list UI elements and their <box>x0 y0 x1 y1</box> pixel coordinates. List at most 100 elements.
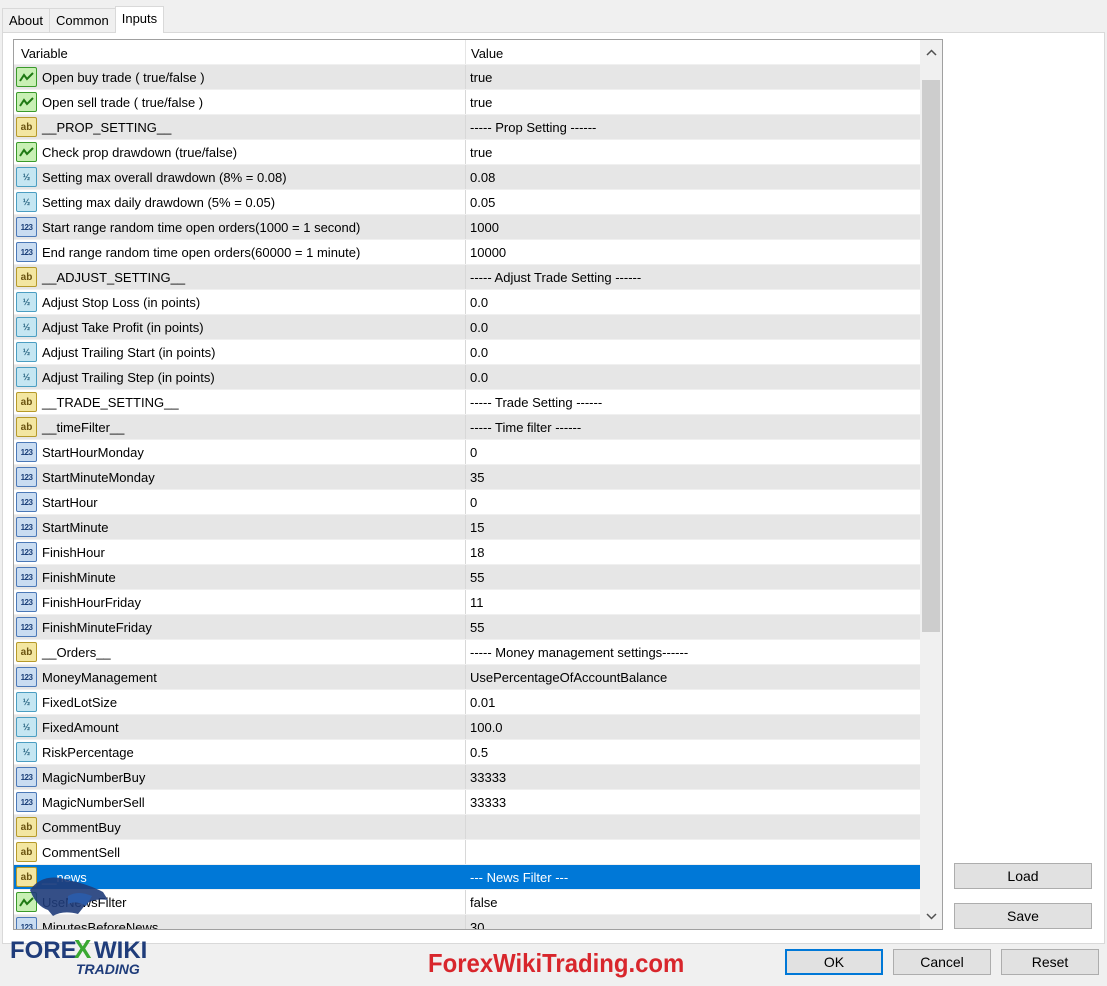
value-cell[interactable]: --- News Filter --- <box>466 865 920 889</box>
value-cell[interactable]: 0.01 <box>466 690 920 714</box>
value-cell[interactable]: 33333 <box>466 790 920 814</box>
variable-cell[interactable]: ½ Adjust Stop Loss (in points) <box>14 290 466 314</box>
ok-button[interactable]: OK <box>785 949 883 975</box>
variable-cell[interactable]: 123 FinishHour <box>14 540 466 564</box>
table-row[interactable]: Open sell trade ( true/false ) true <box>14 90 920 115</box>
reset-button[interactable]: Reset <box>1001 949 1099 975</box>
table-row[interactable]: Check prop drawdown (true/false) true <box>14 140 920 165</box>
table-row[interactable]: 123 StartMinute 15 <box>14 515 920 540</box>
value-cell[interactable]: 100.0 <box>466 715 920 739</box>
variable-cell[interactable]: 123 FinishHourFriday <box>14 590 466 614</box>
value-cell[interactable]: 0.0 <box>466 315 920 339</box>
variable-cell[interactable]: 123 StartMinuteMonday <box>14 465 466 489</box>
value-cell[interactable]: true <box>466 65 920 89</box>
value-cell[interactable]: 33333 <box>466 765 920 789</box>
scroll-down-arrow-icon[interactable] <box>920 904 942 929</box>
value-cell[interactable]: 18 <box>466 540 920 564</box>
variable-cell[interactable]: ab __ADJUST_SETTING__ <box>14 265 466 289</box>
table-row[interactable]: 123 FinishHourFriday 11 <box>14 590 920 615</box>
table-row[interactable]: 123 FinishMinuteFriday 55 <box>14 615 920 640</box>
variable-cell[interactable]: ½ Adjust Trailing Step (in points) <box>14 365 466 389</box>
value-cell[interactable]: 0.5 <box>466 740 920 764</box>
table-row[interactable]: 123 FinishMinute 55 <box>14 565 920 590</box>
table-row[interactable]: ½ RiskPercentage 0.5 <box>14 740 920 765</box>
table-row[interactable]: 123 StartMinuteMonday 35 <box>14 465 920 490</box>
value-cell[interactable]: 30 <box>466 915 920 930</box>
variable-cell[interactable]: Check prop drawdown (true/false) <box>14 140 466 164</box>
value-cell[interactable]: UsePercentageOfAccountBalance <box>466 665 920 689</box>
value-cell[interactable]: 0.0 <box>466 365 920 389</box>
value-cell[interactable]: 55 <box>466 615 920 639</box>
variable-cell[interactable]: 123 StartMinute <box>14 515 466 539</box>
variable-cell[interactable]: ½ Setting max daily drawdown (5% = 0.05) <box>14 190 466 214</box>
table-row[interactable]: ½ Setting max daily drawdown (5% = 0.05) 0… <box>14 190 920 215</box>
value-cell[interactable] <box>466 840 920 864</box>
table-row[interactable]: 123 StartHour 0 <box>14 490 920 515</box>
table-row[interactable]: 123 StartHourMonday 0 <box>14 440 920 465</box>
table-row[interactable]: 123 MoneyManagement UsePercentageOfAccount… <box>14 665 920 690</box>
table-row[interactable]: ½ FixedLotSize 0.01 <box>14 690 920 715</box>
table-row[interactable]: ab CommentSell <box>14 840 920 865</box>
variable-cell[interactable]: ab CommentBuy <box>14 815 466 839</box>
value-cell[interactable]: true <box>466 140 920 164</box>
table-row[interactable]: 123 Start range random time open orders(1… <box>14 215 920 240</box>
variable-cell[interactable]: ab __PROP_SETTING__ <box>14 115 466 139</box>
variable-cell[interactable]: 123 Start range random time open orders(1… <box>14 215 466 239</box>
variable-cell[interactable]: ab CommentSell <box>14 840 466 864</box>
value-cell[interactable]: 0 <box>466 490 920 514</box>
table-row[interactable]: ab __Orders__ ----- Money management setti… <box>14 640 920 665</box>
value-cell[interactable]: ----- Money management settings------ <box>466 640 920 664</box>
value-cell[interactable]: 0 <box>466 440 920 464</box>
vertical-scrollbar[interactable] <box>920 40 942 929</box>
variable-cell[interactable]: ½ FixedLotSize <box>14 690 466 714</box>
variable-cell[interactable]: 123 MagicNumberSell <box>14 790 466 814</box>
table-row[interactable]: ab CommentBuy <box>14 815 920 840</box>
variable-cell[interactable]: 123 MoneyManagement <box>14 665 466 689</box>
variable-cell[interactable]: 123 StartHourMonday <box>14 440 466 464</box>
value-cell[interactable]: false <box>466 890 920 914</box>
value-cell[interactable]: 0.0 <box>466 340 920 364</box>
value-cell[interactable] <box>466 815 920 839</box>
column-header-variable[interactable]: Variable <box>14 40 466 64</box>
variable-cell[interactable]: ½ Adjust Trailing Start (in points) <box>14 340 466 364</box>
scrollbar-thumb[interactable] <box>922 80 940 632</box>
variable-cell[interactable]: 123 End range random time open orders(600… <box>14 240 466 264</box>
variable-cell[interactable]: ½ RiskPercentage <box>14 740 466 764</box>
table-row[interactable]: ½ FixedAmount 100.0 <box>14 715 920 740</box>
value-cell[interactable]: 0.0 <box>466 290 920 314</box>
variable-cell[interactable]: ½ Setting max overall drawdown (8% = 0.08… <box>14 165 466 189</box>
value-cell[interactable]: 0.08 <box>466 165 920 189</box>
variable-cell[interactable]: ab __TRADE_SETTING__ <box>14 390 466 414</box>
table-row[interactable]: ab __ADJUST_SETTING__ ----- Adjust Trade S… <box>14 265 920 290</box>
variable-cell[interactable]: Open buy trade ( true/false ) <box>14 65 466 89</box>
table-row[interactable]: Open buy trade ( true/false ) true <box>14 65 920 90</box>
table-row[interactable]: 123 FinishHour 18 <box>14 540 920 565</box>
value-cell[interactable]: ----- Prop Setting ------ <box>466 115 920 139</box>
table-row[interactable]: ab __timeFilter__ ----- Time filter ------ <box>14 415 920 440</box>
value-cell[interactable]: 10000 <box>466 240 920 264</box>
variable-cell[interactable]: 123 MagicNumberBuy <box>14 765 466 789</box>
variable-cell[interactable]: ab __timeFilter__ <box>14 415 466 439</box>
value-cell[interactable]: 35 <box>466 465 920 489</box>
tab-inputs[interactable]: Inputs <box>114 6 165 33</box>
value-cell[interactable]: 1000 <box>466 215 920 239</box>
table-row[interactable]: ab __TRADE_SETTING__ ----- Trade Setting -… <box>14 390 920 415</box>
table-row[interactable]: 123 End range random time open orders(600… <box>14 240 920 265</box>
table-row[interactable]: ½ Adjust Stop Loss (in points) 0.0 <box>14 290 920 315</box>
variable-cell[interactable]: ½ FixedAmount <box>14 715 466 739</box>
value-cell[interactable]: true <box>466 90 920 114</box>
variable-cell[interactable]: ½ Adjust Take Profit (in points) <box>14 315 466 339</box>
table-row[interactable]: ½ Setting max overall drawdown (8% = 0.08… <box>14 165 920 190</box>
load-button[interactable]: Load <box>954 863 1092 889</box>
table-row[interactable]: 123 MagicNumberSell 33333 <box>14 790 920 815</box>
table-row[interactable]: ab __PROP_SETTING__ ----- Prop Setting ---… <box>14 115 920 140</box>
tab-common[interactable]: Common <box>48 8 116 32</box>
save-button[interactable]: Save <box>954 903 1092 929</box>
value-cell[interactable]: 55 <box>466 565 920 589</box>
value-cell[interactable]: ----- Time filter ------ <box>466 415 920 439</box>
value-cell[interactable]: ----- Adjust Trade Setting ------ <box>466 265 920 289</box>
table-row[interactable]: ½ Adjust Trailing Step (in points) 0.0 <box>14 365 920 390</box>
variable-cell[interactable]: Open sell trade ( true/false ) <box>14 90 466 114</box>
variable-cell[interactable]: 123 FinishMinute <box>14 565 466 589</box>
tab-about[interactable]: About <box>2 8 50 32</box>
